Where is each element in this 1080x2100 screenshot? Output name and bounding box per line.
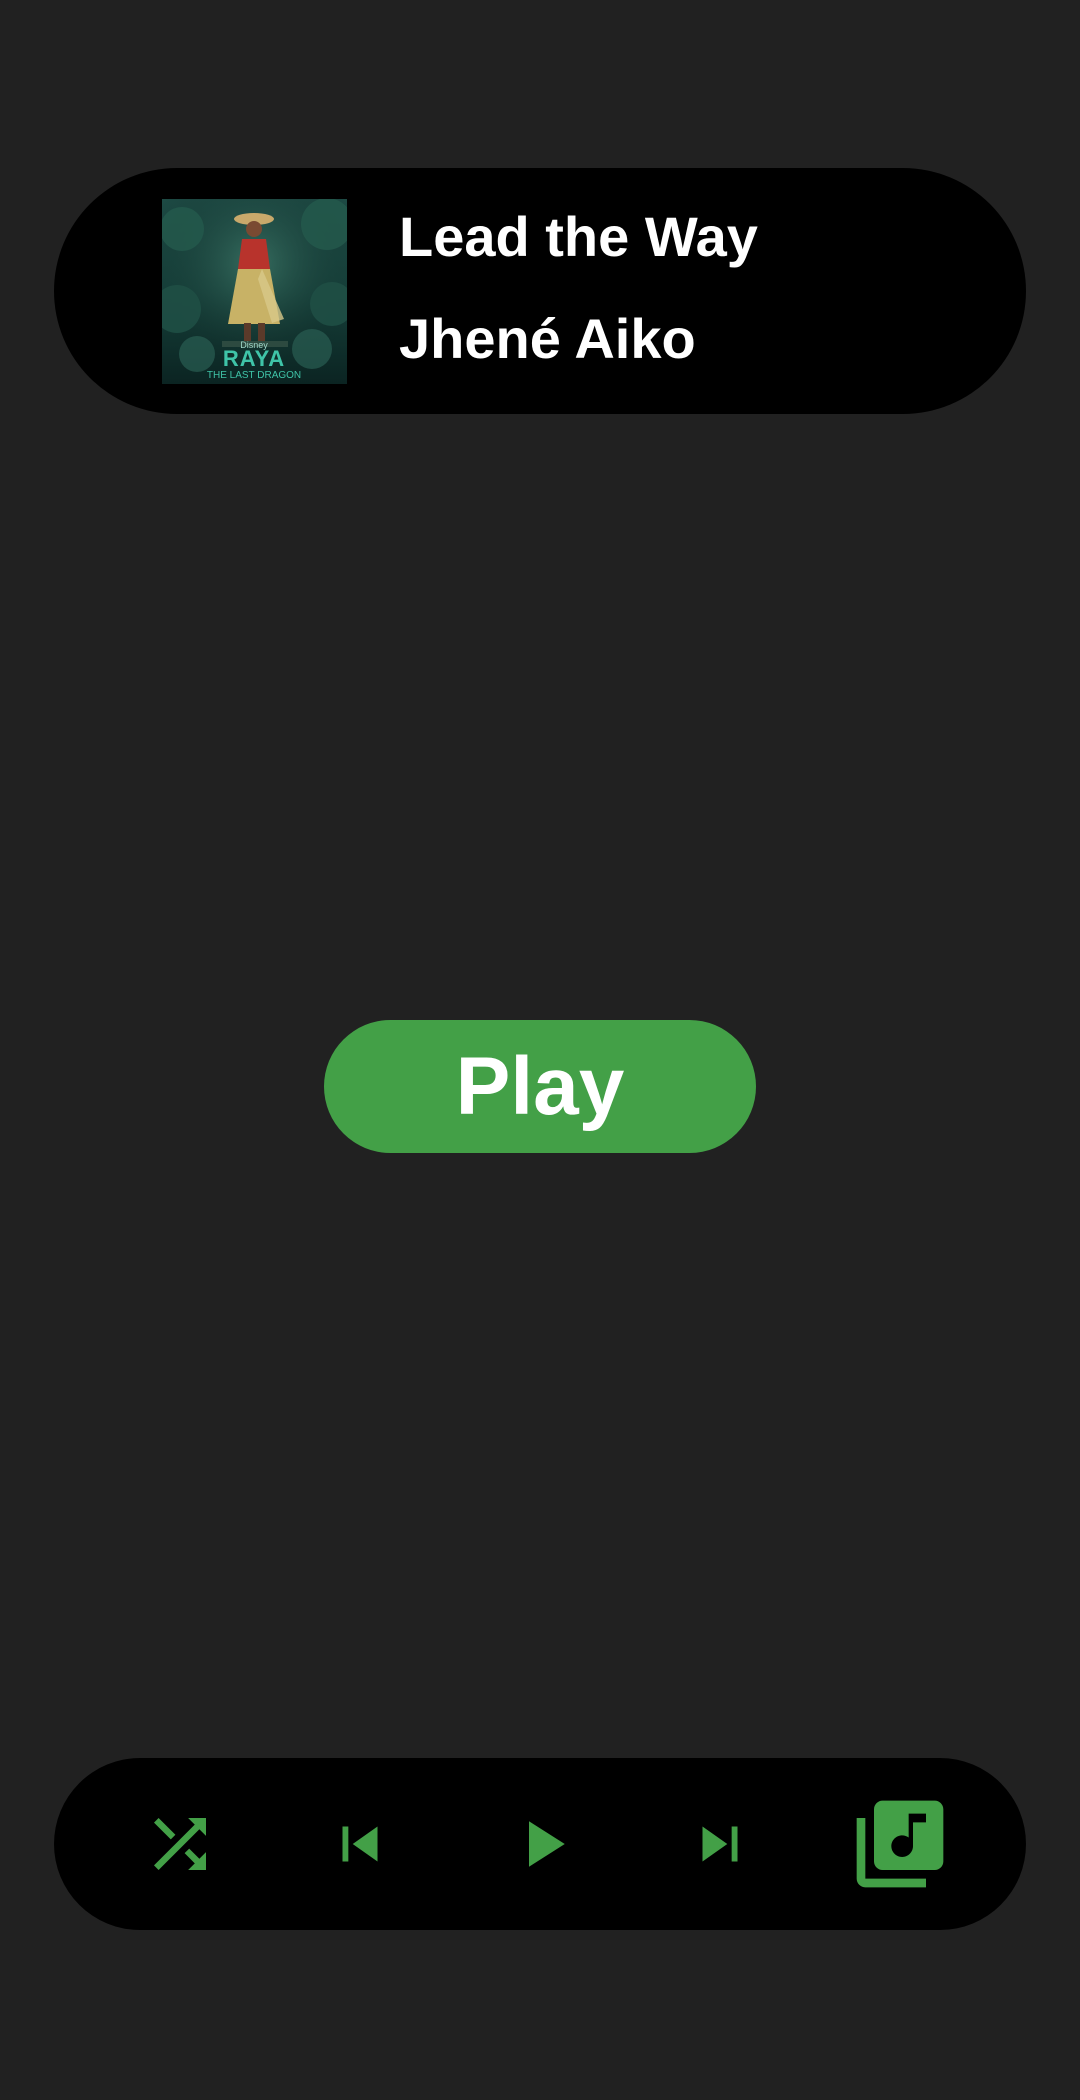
shuffle-icon <box>154 1818 206 1870</box>
play-control-button[interactable] <box>490 1792 594 1896</box>
svg-text:THE LAST DRAGON: THE LAST DRAGON <box>207 370 301 381</box>
playback-controls-bar <box>54 1758 1026 1930</box>
shuffle-button[interactable] <box>128 1792 232 1896</box>
skip-next-icon <box>702 1826 738 1862</box>
library-music-icon <box>856 1800 944 1888</box>
library-button[interactable] <box>848 1792 952 1896</box>
now-playing-card[interactable]: Disney RAYA THE LAST DRAGON Lead the Way… <box>54 168 1026 414</box>
skip-previous-icon <box>342 1826 378 1862</box>
svg-text:RAYA: RAYA <box>223 346 285 371</box>
track-artist: Jhené Aiko <box>399 307 696 370</box>
track-title: Lead the Way <box>399 205 758 268</box>
album-art: Disney RAYA THE LAST DRAGON <box>162 199 347 384</box>
next-button[interactable] <box>668 1792 772 1896</box>
play-button[interactable]: Play <box>324 1020 756 1153</box>
play-icon <box>529 1821 565 1867</box>
previous-button[interactable] <box>308 1792 412 1896</box>
